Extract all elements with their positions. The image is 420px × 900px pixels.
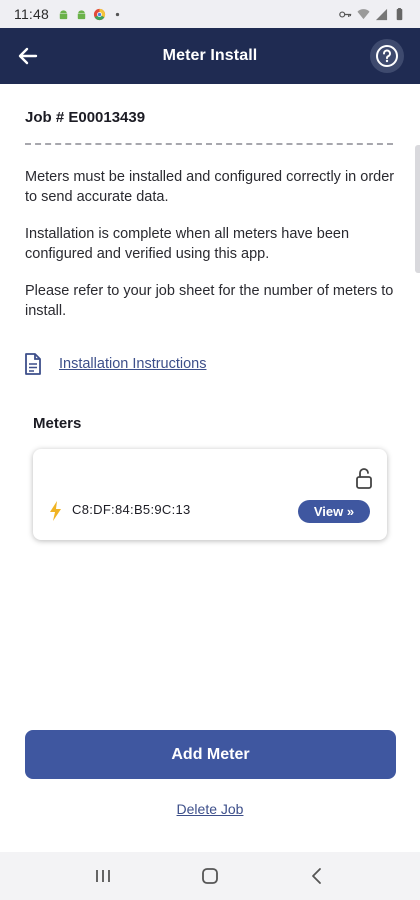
status-time: 11:48 <box>14 6 49 22</box>
key-icon <box>339 10 352 18</box>
delete-job-link[interactable]: Delete Job <box>177 801 244 817</box>
page-title: Meter Install <box>162 47 258 64</box>
meter-id: C8:DF:84:B5:9C:13 <box>72 502 191 517</box>
installation-instructions-row[interactable]: Installation Instructions <box>24 353 207 375</box>
nav-back-button[interactable] <box>297 856 337 896</box>
chrome-icon <box>93 8 106 20</box>
scrollbar[interactable] <box>415 145 420 273</box>
intro-paragraph: Meters must be installed and configured … <box>25 169 395 205</box>
home-icon <box>202 868 218 884</box>
status-bar: 11:48 <box>0 0 420 28</box>
delete-job-row: Delete Job <box>0 801 420 819</box>
android-icon <box>59 9 68 19</box>
back-chevron-icon <box>311 868 321 884</box>
home-button[interactable] <box>190 856 230 896</box>
wifi-icon <box>357 8 370 19</box>
document-icon <box>25 353 41 375</box>
installation-instructions-link[interactable]: Installation Instructions <box>59 356 207 372</box>
job-number: Job # E00013439 <box>25 109 146 126</box>
meter-card[interactable]: C8:DF:84:B5:9C:13 View » <box>33 449 387 540</box>
meters-heading: Meters <box>33 415 82 432</box>
battery-icon <box>396 7 403 20</box>
job-sheet-paragraph: Please refer to your job sheet for the n… <box>25 283 394 319</box>
completion-paragraph: Installation is complete when all meters… <box>25 226 350 262</box>
help-circle-icon <box>376 45 398 67</box>
android-icon <box>77 9 86 19</box>
back-button[interactable] <box>14 42 42 70</box>
view-meter-button[interactable]: View » <box>298 500 370 523</box>
add-meter-button[interactable]: Add Meter <box>25 730 396 779</box>
notification-icons <box>57 8 124 21</box>
system-nav-bar <box>0 852 420 900</box>
arrow-left-icon <box>18 47 38 65</box>
dot-icon <box>115 12 120 16</box>
divider <box>25 143 393 145</box>
help-button[interactable] <box>370 39 404 73</box>
signal-icon <box>375 8 388 20</box>
recents-button[interactable] <box>83 856 123 896</box>
unlocked-icon <box>356 468 372 489</box>
system-icons <box>339 7 406 21</box>
recents-icon <box>96 870 111 882</box>
lightning-bolt-icon <box>50 501 61 521</box>
app-bar: Meter Install <box>0 28 420 84</box>
